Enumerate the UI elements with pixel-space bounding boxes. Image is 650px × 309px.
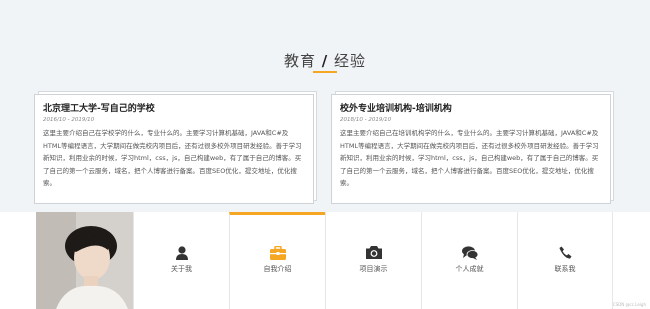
card-date: 2018/10 - 2019/10	[340, 117, 392, 123]
nav-label: 自我介绍	[263, 265, 292, 273]
briefcase-icon	[230, 246, 325, 262]
phone-icon	[518, 246, 612, 262]
nav-item-contact[interactable]: 联系我	[517, 212, 613, 309]
watermark: CSDN @cc.Leigh	[612, 302, 646, 307]
nav-item-self-intro[interactable]: 自我介绍	[229, 212, 325, 309]
card-description: 这里主要介绍自己在培训机构学的什么，专业什么的。主要学习计算机基础，JAVA和C…	[340, 129, 599, 187]
card-date: 2016/10 - 2019/10	[43, 117, 95, 123]
education-card-2: 校外专业培训机构-培训机构 2018/10 - 2019/10 这里主要介绍自己…	[331, 91, 614, 204]
nav-item-about-me[interactable]: 关于我	[133, 212, 229, 309]
nav-label: 关于我	[171, 265, 192, 273]
card-description: 这里主要介绍自己在学校学的什么，专业什么的。主要学习计算机基础，JAVA和C#及…	[43, 129, 302, 187]
nav-label: 项目演示	[359, 265, 388, 273]
section-title-left: 教育	[283, 52, 316, 70]
section-title: 教育 / 经验	[0, 50, 650, 71]
title-underline	[313, 71, 337, 73]
portrait-image	[36, 212, 133, 309]
section-title-right: 经验	[334, 52, 367, 70]
nav-item-projects[interactable]: 项目演示	[325, 212, 421, 309]
avatar	[36, 212, 133, 309]
comments-icon	[422, 246, 517, 262]
nav-label: 联系我	[554, 265, 576, 273]
section-title-separator: /	[321, 52, 329, 70]
camera-icon	[326, 246, 421, 262]
nav-item-achievements[interactable]: 个人成就	[421, 212, 517, 309]
card-body: 校外专业培训机构-培训机构 2018/10 - 2019/10 这里主要介绍自己…	[331, 94, 611, 204]
education-card-1: 北京理工大学-写自己的学校 2016/10 - 2019/10 这里主要介绍自己…	[34, 91, 317, 204]
nav-label: 个人成就	[455, 265, 484, 273]
user-icon	[134, 246, 229, 262]
card-title: 校外专业培训机构-培训机构	[340, 104, 452, 114]
card-body: 北京理工大学-写自己的学校 2016/10 - 2019/10 这里主要介绍自己…	[34, 94, 314, 204]
card-title: 北京理工大学-写自己的学校	[43, 104, 155, 114]
